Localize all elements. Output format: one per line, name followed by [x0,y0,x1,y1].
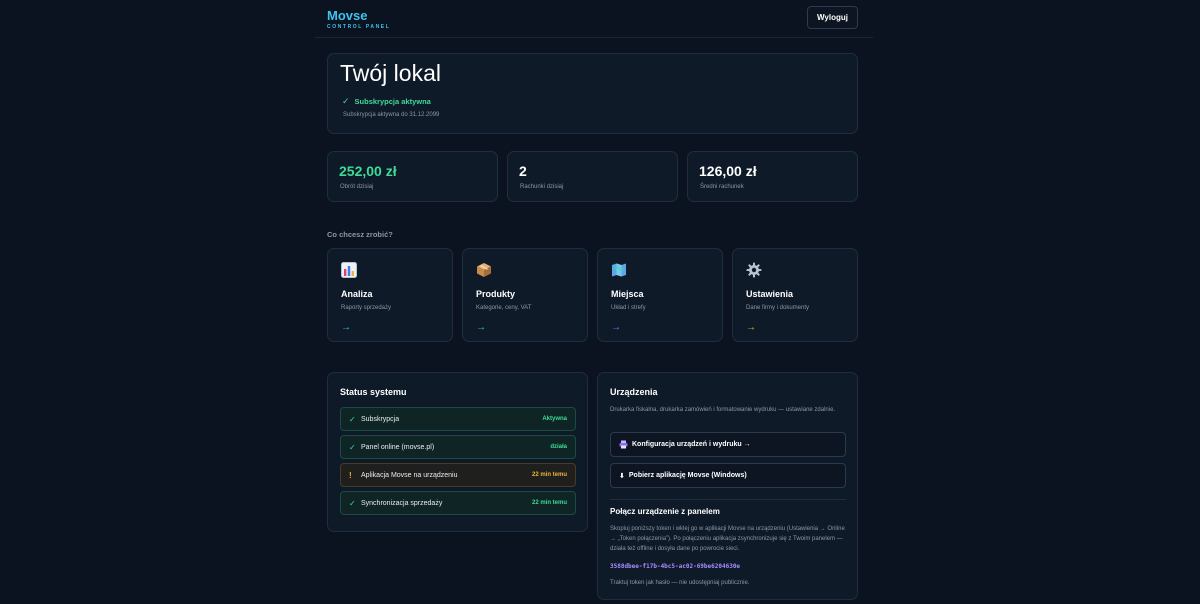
status-value: 22 min temu [531,472,567,478]
actions-heading: Co chcesz zrobić? [327,230,393,239]
status-row-subscription: ✓ Subskrypcja Aktywna [340,407,576,431]
check-icon: ✓ [349,498,356,508]
check-icon: ✓ [349,442,356,452]
devices-description: Drukarka fiskalna, drukarka zamówień i f… [610,407,836,413]
status-row-device-app: ! Aplikacja Movse na urządzeniu 22 min t… [340,463,576,487]
page-title: Twój lokal [340,60,441,86]
logout-button[interactable]: Wyloguj [807,6,858,29]
action-desc: Kategorie, ceny, VAT [476,305,532,311]
action-title: Ustawienia [746,289,794,299]
status-row-panel-online: ✓ Panel online (movse.pl) działa [340,435,576,459]
status-label: Panel online (movse.pl) [361,443,435,451]
stat-card-average: 126,00 zł Średni rachunek [687,151,858,202]
subscription-status: ✓ Subskrypcja aktywna [342,96,431,107]
panel-title: Status systemu [340,387,407,397]
printer-icon [619,440,628,449]
brand-name: Movse [327,8,368,23]
brand-logo[interactable]: Movse CONTROL PANEL [327,9,390,30]
subscription-until: Subskrypcja aktywna do 31.12.2099 [343,112,440,118]
download-app-label: Pobierz aplikację Movse (Windows) [628,472,747,479]
arrow-right-icon: → [611,322,621,333]
status-value: działa [550,444,567,450]
status-label: Synchronizacja sprzedaży [361,499,443,507]
stat-label: Rachunki dzisiaj [520,184,564,190]
action-desc: Układ i strefy [611,305,646,311]
stat-label: Obrót dzisiaj [340,184,374,190]
action-card-miejsca[interactable]: Miejsca Układ i strefy → [597,248,723,342]
device-config-button[interactable]: Konfiguracja urządzeń i wydruku → [610,432,846,457]
devices-panel: Urządzenia Drukarka fiskalna, drukarka z… [597,372,858,600]
subscription-status-label: Subskrypcja aktywna [354,97,431,106]
action-card-produkty[interactable]: Produkty Kategorie, ceny, VAT → [462,248,588,342]
token-note: Traktuj token jak hasło — nie udostępnia… [610,580,750,586]
stat-value: 2 [519,163,527,179]
stat-card-receipts: 2 Rachunki dzisiaj [507,151,678,202]
warning-icon: ! [349,470,352,480]
panel-title: Urządzenia [610,387,658,397]
stat-value: 126,00 zł [699,163,757,179]
arrow-right-icon: → [746,322,756,333]
stat-label: Średni rachunek [700,184,744,190]
download-app-button[interactable]: ⬇ Pobierz aplikację Movse (Windows) [610,463,846,488]
connection-token[interactable]: 3588dbee-f17b-4bc5-ac02-69be6204630e [610,563,740,570]
top-bar: Movse CONTROL PANEL Wyloguj [315,0,873,38]
system-status-panel: Status systemu ✓ Subskrypcja Aktywna ✓ P… [327,372,588,532]
divider [610,499,846,500]
action-title: Analiza [341,289,373,299]
device-config-label: Konfiguracja urządzeń i wydruku → [632,441,751,448]
connect-description: Skopiuj poniższy token i wklej go w apli… [610,526,845,552]
status-value: 22 min temu [531,500,567,506]
page-container: Movse CONTROL PANEL Wyloguj Twój lokal ✓… [315,0,873,600]
gear-icon [746,262,762,278]
status-row-sales-sync: ✓ Synchronizacja sprzedaży 22 min temu [340,491,576,515]
venue-card: Twój lokal ✓ Subskrypcja aktywna Subskry… [327,53,858,134]
chart-icon [341,262,357,278]
brand-subtitle: CONTROL PANEL [327,24,391,30]
action-desc: Raporty sprzedaży [341,305,392,311]
check-icon: ✓ [342,96,350,106]
check-icon: ✓ [349,414,356,424]
action-card-analiza[interactable]: Analiza Raporty sprzedaży → [327,248,453,342]
action-card-ustawienia[interactable]: Ustawienia Dane firmy i dokumenty → [732,248,858,342]
status-label: Aplikacja Movse na urządzeniu [361,471,458,479]
stat-value: 252,00 zł [339,163,397,179]
stat-card-revenue: 252,00 zł Obrót dzisiaj [327,151,498,202]
connect-title: Połącz urządzenie z panelem [610,507,720,516]
action-desc: Dane firmy i dokumenty [746,305,810,311]
arrow-right-icon: → [341,322,351,333]
action-title: Miejsca [611,289,644,299]
action-title: Produkty [476,289,516,299]
map-icon [612,263,626,277]
download-icon: ⬇ [619,472,625,480]
status-value: Aktywna [542,416,567,422]
arrow-right-icon: → [476,322,486,333]
status-label: Subskrypcja [361,415,400,423]
package-icon [477,263,491,277]
